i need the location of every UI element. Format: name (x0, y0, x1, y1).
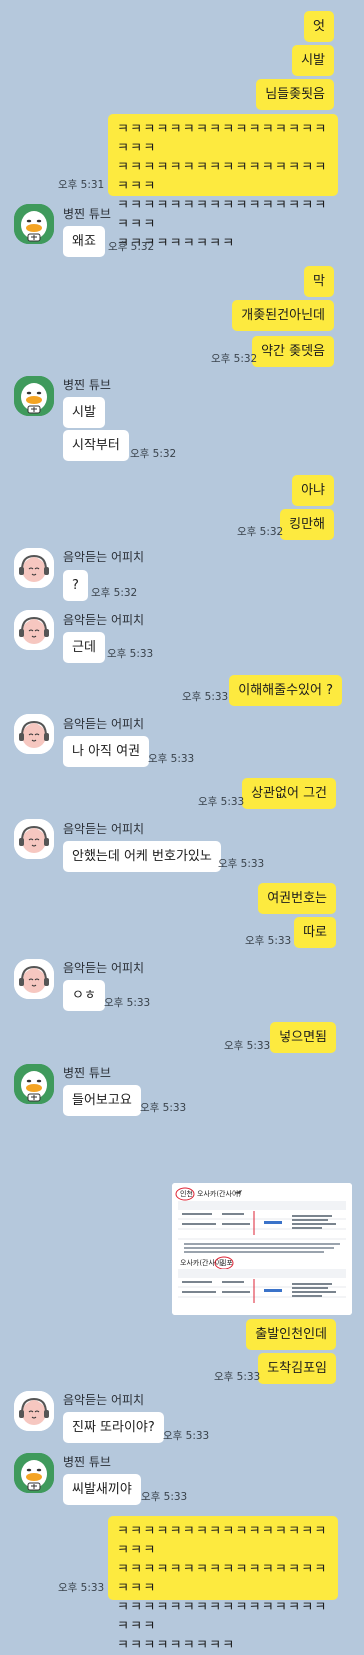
sender-name: 음악듣는 어피치 (63, 822, 145, 836)
message-bubble-out: 이해해줄수있어 ? (229, 675, 342, 706)
message-bubble-out: 막 (304, 266, 334, 297)
message-bubble-in: 시작부터 (63, 430, 129, 461)
message-bubble-out: ㅋㅋㅋㅋㅋㅋㅋㅋㅋㅋㅋㅋㅋㅋㅋㅋㅋㅋㅋ ㅋㅋㅋㅋㅋㅋㅋㅋㅋㅋㅋㅋㅋㅋㅋㅋㅋㅋㅋ … (108, 114, 338, 251)
timestamp: 오후 5:33 (182, 691, 229, 703)
message-bubble-out: ㅋㅋㅋㅋㅋㅋㅋㅋㅋㅋㅋㅋㅋㅋㅋㅋㅋㅋㅋ ㅋㅋㅋㅋㅋㅋㅋㅋㅋㅋㅋㅋㅋㅋㅋㅋㅋㅋㅋ … (108, 1516, 338, 1653)
message-bubble-in: 씨발새끼야 (63, 1474, 141, 1505)
sender-name: 음악듣는 어피치 (63, 550, 145, 564)
message-bubble-out: 아냐 (292, 475, 334, 506)
message-bubble-out: 님들좆됫음 (256, 79, 334, 110)
sender-name: 병찐 튜브 (63, 1066, 111, 1080)
message-bubble-out: 개좆된건아닌데 (232, 300, 334, 331)
timestamp: 오후 5:33 (140, 1102, 187, 1114)
sender-name: 음악듣는 어피치 (63, 1393, 145, 1407)
itinerary-origin-1: 인천 (180, 1189, 193, 1198)
sender-name: 음악듣는 어피치 (63, 613, 145, 627)
message-bubble-in: 왜죠 (63, 226, 105, 257)
sender-name: 병찐 튜브 (63, 378, 111, 392)
timestamp: 오후 5:32 (91, 587, 138, 599)
message-bubble-out: 킹만해 (280, 509, 334, 540)
message-bubble-in: ㅇㅎ (63, 980, 105, 1011)
message-bubble-out: 상관없어 그건 (242, 778, 336, 809)
timestamp: 오후 5:33 (245, 935, 292, 947)
message-bubble-out: 출발인천인데 (246, 1319, 336, 1350)
message-bubble-in: 나 아직 여권 (63, 736, 150, 767)
duck-avatar-icon[interactable] (14, 1453, 54, 1493)
timestamp: 오후 5:32 (211, 353, 258, 365)
duck-avatar-icon[interactable] (14, 1064, 54, 1104)
timestamp: 오후 5:33 (163, 1430, 210, 1442)
timestamp: 오후 5:33 (107, 648, 154, 660)
apeach-avatar-icon[interactable] (14, 548, 54, 588)
timestamp: 오후 5:32 (237, 526, 284, 538)
timestamp: 오후 5:32 (108, 241, 155, 253)
message-bubble-in: 시발 (63, 397, 105, 428)
itinerary-destination-2: 오사카(간사이) (180, 1258, 224, 1267)
timestamp: 오후 5:31 (58, 179, 105, 191)
apeach-avatar-icon[interactable] (14, 959, 54, 999)
timestamp: 오후 5:33 (198, 796, 245, 808)
timestamp: 오후 5:33 (224, 1040, 271, 1052)
timestamp: 오후 5:33 (141, 1491, 188, 1503)
itinerary-destination-1: 오사카(간사이) (197, 1189, 241, 1198)
message-bubble-in: 근데 (63, 632, 105, 663)
message-bubble-in: 들어보고요 (63, 1085, 141, 1116)
timestamp: 오후 5:33 (58, 1582, 105, 1594)
sender-name: 병찐 튜브 (63, 207, 111, 221)
sender-name: 음악듣는 어피치 (63, 961, 145, 975)
timestamp: 오후 5:33 (218, 858, 265, 870)
chat-area[interactable]: 엇 시발 님들좆됫음 ㅋㅋㅋㅋㅋㅋㅋㅋㅋㅋㅋㅋㅋㅋㅋㅋㅋㅋㅋ ㅋㅋㅋㅋㅋㅋㅋㅋㅋ… (0, 0, 364, 1653)
apeach-avatar-icon[interactable] (14, 819, 54, 859)
itinerary-screenshot: 인천 오사카(간사이) 오사카(간사이) 김포 (172, 1183, 352, 1315)
sender-name: 음악듣는 어피치 (63, 717, 145, 731)
message-bubble-in: ? (63, 570, 88, 601)
timestamp: 오후 5:33 (104, 997, 151, 1009)
message-bubble-in: 안했는데 어케 번호가있노 (63, 841, 221, 872)
message-bubble-out: 넣으면됨 (270, 1022, 336, 1053)
message-bubble-out: 시발 (292, 45, 334, 76)
sender-name: 병찐 튜브 (63, 1455, 111, 1469)
message-bubble-out: 약간 좆뎃음 (252, 336, 334, 367)
shared-flight-itinerary-image[interactable]: 인천 오사카(간사이) 오사카(간사이) 김포 (172, 1183, 352, 1315)
timestamp: 오후 5:32 (130, 448, 177, 460)
apeach-avatar-icon[interactable] (14, 1391, 54, 1431)
apeach-avatar-icon[interactable] (14, 610, 54, 650)
message-bubble-out: 따로 (294, 917, 336, 948)
apeach-avatar-icon[interactable] (14, 714, 54, 754)
message-bubble-out: 엇 (304, 11, 334, 42)
duck-avatar-icon[interactable] (14, 204, 54, 244)
message-bubble-in: 진짜 또라이야? (63, 1412, 164, 1443)
timestamp: 오후 5:33 (148, 753, 195, 765)
duck-avatar-icon[interactable] (14, 376, 54, 416)
message-bubble-out: 여권번호는 (258, 883, 336, 914)
timestamp: 오후 5:33 (214, 1371, 261, 1383)
message-bubble-out: 도착김포임 (258, 1353, 336, 1384)
